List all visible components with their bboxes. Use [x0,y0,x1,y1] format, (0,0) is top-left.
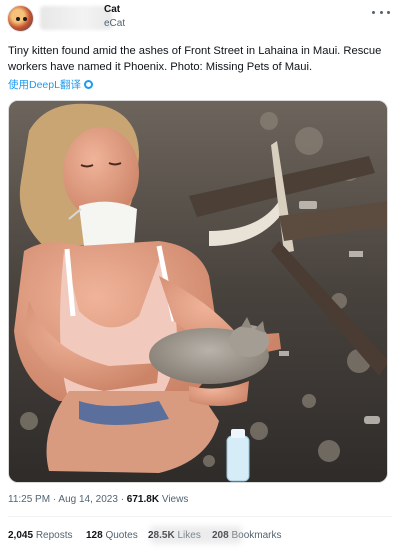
reposts-count: 2,045 [8,530,34,541]
redacted-name-blur [40,6,112,30]
tweet-header: Cat eCat [0,0,400,38]
stats-divider [8,516,392,517]
tweet-time[interactable]: 11:25 PM [8,494,50,505]
more-options-icon[interactable] [372,6,390,18]
author-display-name[interactable]: Cat [104,4,120,15]
author-avatar[interactable] [7,5,34,32]
quotes-label: Quotes [105,530,138,541]
photo-woman-holding-kitten [9,101,387,482]
tweet-date[interactable]: Aug 14, 2023 [58,494,118,505]
tweet-photo[interactable] [8,100,388,483]
author-handle[interactable]: eCat [104,18,125,29]
quotes-stat[interactable]: 128 Quotes [86,530,138,541]
tweet-text: Tiny kitten found amid the ashes of Fron… [8,45,382,73]
translate-link[interactable]: 使用DeepL翻译 [8,77,93,92]
tweet-meta: 11:25 PM · Aug 14, 2023 · 671.8K Views [8,494,189,505]
reposts-stat[interactable]: 2,045 Reposts [8,530,73,541]
views-label: Views [161,494,189,505]
reposts-label: Reposts [35,530,73,541]
deepl-icon [83,80,93,89]
translate-label[interactable]: 使用DeepL翻译 [8,77,81,92]
quotes-count: 128 [86,530,103,541]
watermark-blur [150,526,242,544]
views-count: 671.8K [126,494,160,505]
